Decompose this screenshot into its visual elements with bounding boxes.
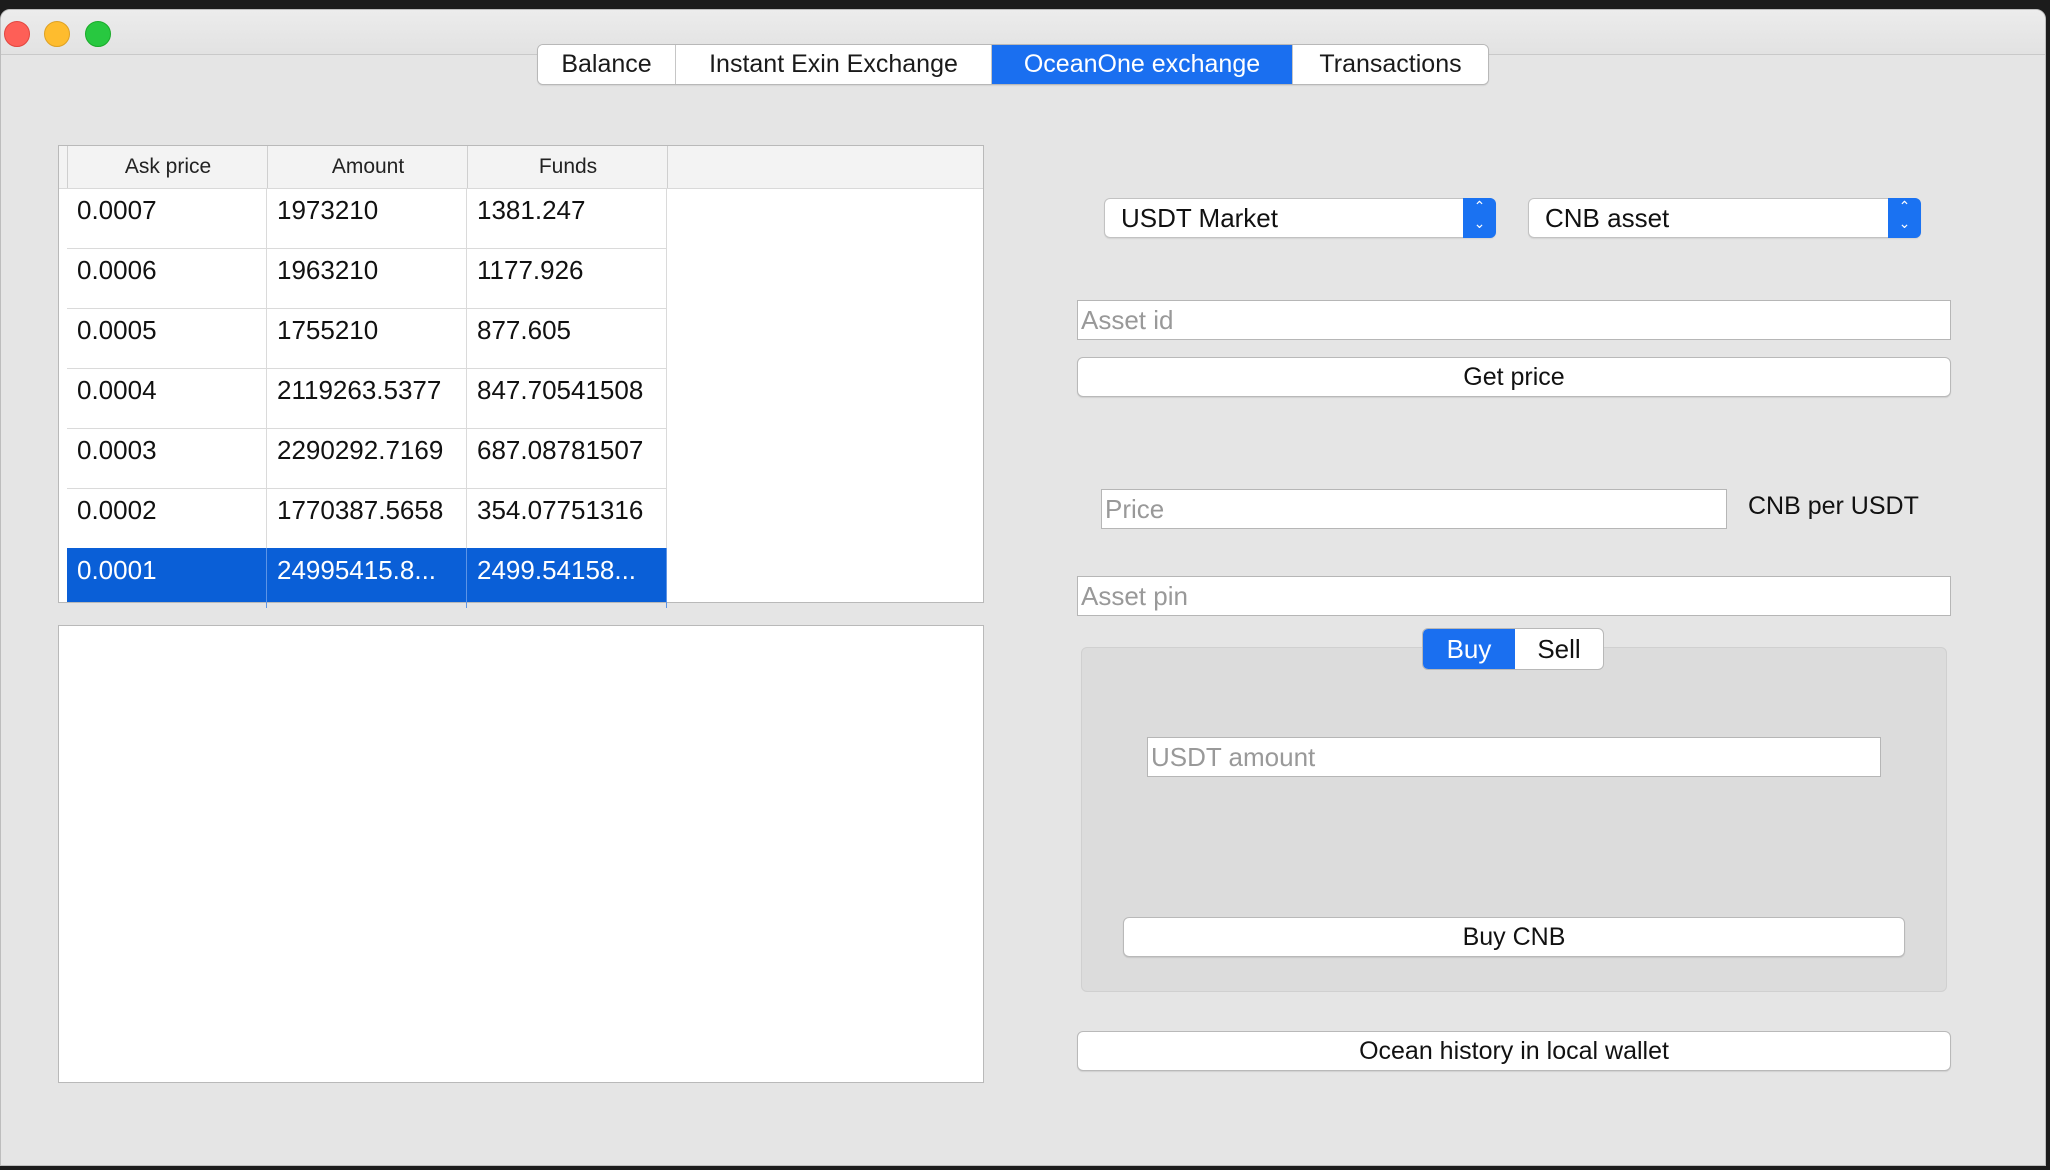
cell-amount: 24995415.8...: [267, 548, 467, 608]
asset-select-value: CNB asset: [1545, 203, 1670, 233]
table-row[interactable]: 0.0004 2119263.5377 847.70541508: [67, 368, 667, 429]
buy-tab[interactable]: Buy: [1423, 629, 1515, 669]
cell-ask-price: 0.0006: [67, 248, 267, 308]
cell-amount: 1755210: [267, 308, 467, 368]
table-row[interactable]: 0.0005 1755210 877.605: [67, 308, 667, 369]
cell-funds: 354.07751316: [467, 488, 667, 548]
column-header-funds[interactable]: Funds: [467, 146, 668, 188]
cell-ask-price: 0.0002: [67, 488, 267, 548]
price-field[interactable]: Price: [1101, 489, 1727, 529]
table-row[interactable]: 0.0003 2290292.7169 687.08781507: [67, 428, 667, 489]
column-header-amount[interactable]: Amount: [267, 146, 468, 188]
cell-amount: 1963210: [267, 248, 467, 308]
cell-funds: 1381.247: [467, 188, 667, 248]
asset-pin-field[interactable]: Asset pin: [1077, 576, 1951, 616]
chevron-updown-icon: ⌃ ⌄: [1463, 198, 1496, 238]
cell-funds: 1177.926: [467, 248, 667, 308]
minimize-window-button[interactable]: [44, 21, 70, 47]
asset-id-field[interactable]: Asset id: [1077, 300, 1951, 340]
get-price-button[interactable]: Get price: [1077, 357, 1951, 397]
column-header-ask-price[interactable]: Ask price: [67, 146, 268, 188]
cell-ask-price: 0.0007: [67, 188, 267, 248]
ocean-history-button[interactable]: Ocean history in local wallet: [1077, 1031, 1951, 1071]
cell-funds: 687.08781507: [467, 428, 667, 488]
cell-funds: 877.605: [467, 308, 667, 368]
cell-amount: 2290292.7169: [267, 428, 467, 488]
cell-funds: 2499.54158...: [467, 548, 667, 608]
cell-amount: 1770387.5658: [267, 488, 467, 548]
table-row[interactable]: 0.0002 1770387.5658 354.07751316: [67, 488, 667, 549]
sell-tab[interactable]: Sell: [1515, 629, 1603, 669]
tab-transactions[interactable]: Transactions: [1293, 45, 1488, 84]
zoom-window-button[interactable]: [85, 21, 111, 47]
market-select[interactable]: USDT Market ⌃ ⌄: [1104, 198, 1496, 238]
output-text-area[interactable]: [58, 625, 984, 1083]
cell-amount: 2119263.5377: [267, 368, 467, 428]
column-header-empty: [667, 146, 984, 188]
price-unit-label: CNB per USDT: [1748, 492, 1919, 520]
chevron-updown-icon: ⌃ ⌄: [1888, 198, 1921, 238]
close-window-button[interactable]: [4, 21, 30, 47]
cell-ask-price: 0.0001: [67, 548, 267, 608]
cell-ask-price: 0.0004: [67, 368, 267, 428]
table-header: Ask price Amount Funds: [59, 146, 983, 189]
tab-balance[interactable]: Balance: [538, 45, 676, 84]
market-select-value: USDT Market: [1121, 203, 1278, 233]
amount-field[interactable]: USDT amount: [1147, 737, 1881, 777]
asset-select[interactable]: CNB asset ⌃ ⌄: [1528, 198, 1921, 238]
tab-oceanone-exchange[interactable]: OceanOne exchange: [992, 45, 1293, 84]
tab-bar: Balance Instant Exin Exchange OceanOne e…: [537, 44, 1489, 85]
cell-funds: 847.70541508: [467, 368, 667, 428]
order-book-table[interactable]: Ask price Amount Funds 0.0007 1973210 13…: [58, 145, 984, 608]
tab-instant-exin-exchange[interactable]: Instant Exin Exchange: [676, 45, 992, 84]
cell-amount: 1973210: [267, 188, 467, 248]
table-row[interactable]: 0.0006 1963210 1177.926: [67, 248, 667, 309]
trade-mode-segmented-control: Buy Sell: [1422, 628, 1604, 670]
table-row[interactable]: 0.0007 1973210 1381.247: [67, 188, 667, 249]
buy-cnb-button[interactable]: Buy CNB: [1123, 917, 1905, 957]
table-row-selected[interactable]: 0.0001 24995415.8... 2499.54158...: [67, 548, 667, 608]
cell-ask-price: 0.0003: [67, 428, 267, 488]
cell-ask-price: 0.0005: [67, 308, 267, 368]
